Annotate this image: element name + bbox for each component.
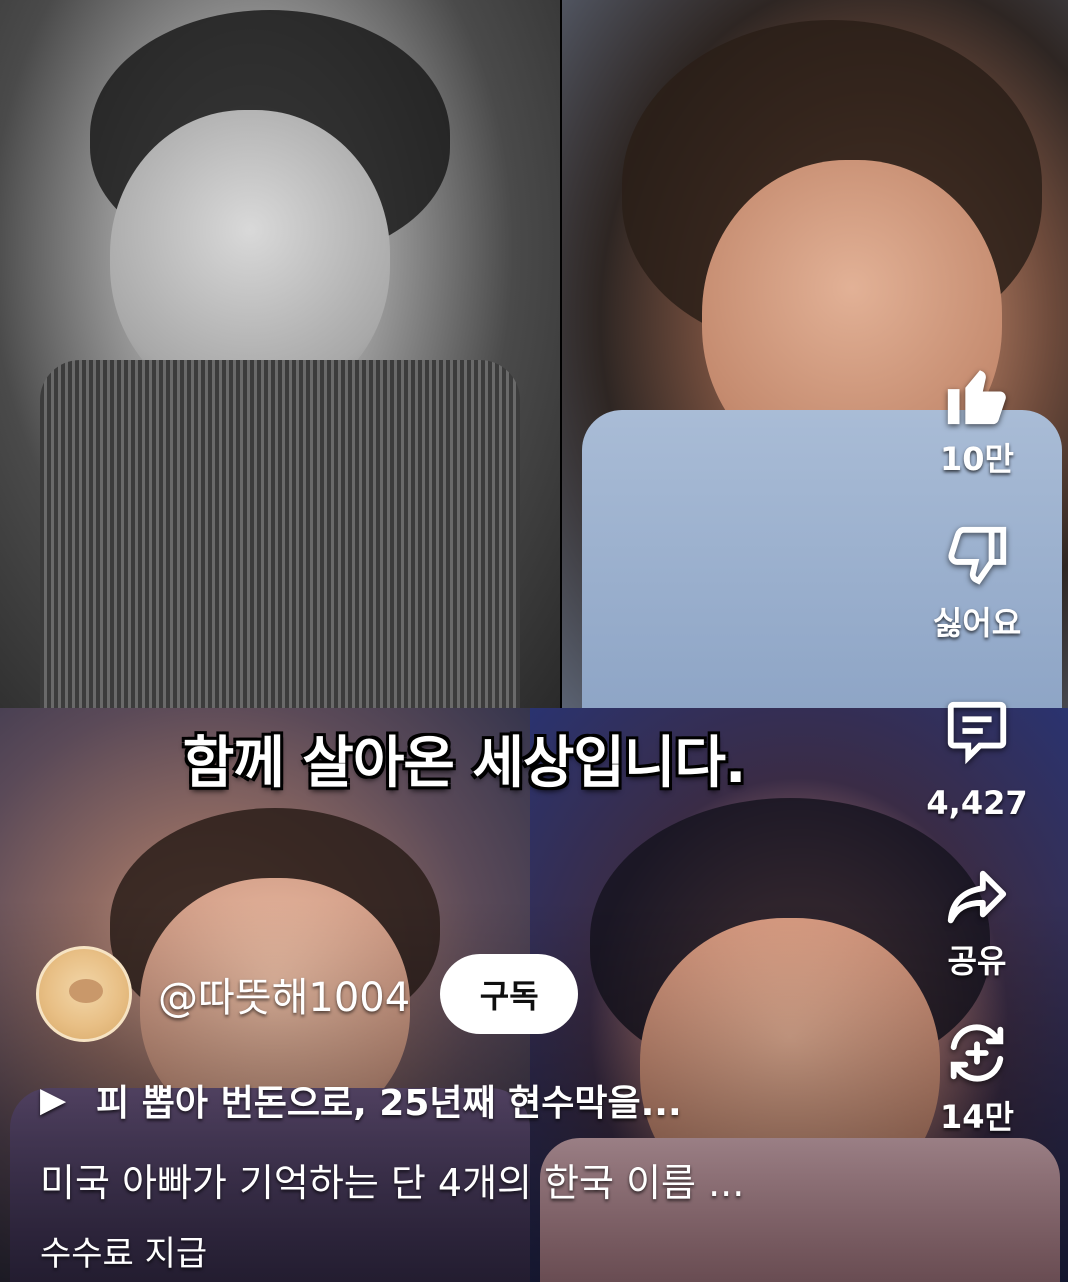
thumbs-up-icon [947, 370, 1006, 425]
channel-avatar[interactable] [36, 946, 132, 1042]
channel-row: @따뜻해1004 구독 [36, 946, 579, 1042]
remix-button[interactable]: 14만 [940, 1018, 1014, 1138]
related-video-link[interactable]: ▶ 피 뽑아 번돈으로, 25년째 현수막을... [40, 1074, 682, 1126]
channel-handle[interactable]: @따뜻해1004 [158, 965, 410, 1023]
remix-count: 14만 [940, 1098, 1014, 1136]
dislike-button[interactable]: 싫어요 [933, 524, 1021, 644]
video-title[interactable]: 미국 아빠가 기억하는 단 4개의 한국 이름 ... [40, 1152, 744, 1207]
remix-icon [950, 1024, 1004, 1082]
comments-button[interactable]: 4,427 [926, 696, 1028, 822]
play-icon: ▶ [40, 1080, 67, 1120]
share-label: 공유 [947, 942, 1007, 980]
subscribe-button[interactable]: 구독 [440, 954, 579, 1034]
thumbs-down-icon [948, 526, 1007, 585]
share-button[interactable]: 공유 [942, 862, 1012, 982]
video-caption: 함께 살아온 세상입니다. [182, 731, 746, 796]
shorts-player[interactable]: 함께 살아온 세상입니다. 10만 싫어요 4,427 공유 14만 @따뜻해1… [0, 0, 1068, 1282]
dislike-label: 싫어요 [932, 604, 1022, 642]
sponsor-label: 수수료 지급 [40, 1234, 208, 1274]
comment-icon [947, 701, 1007, 765]
video-frame-top-left [0, 0, 560, 708]
share-icon [947, 870, 1007, 924]
like-button[interactable]: 10만 [940, 360, 1014, 480]
comment-count: 4,427 [926, 784, 1028, 822]
like-count: 10만 [940, 440, 1014, 478]
action-rail: 10만 싫어요 4,427 공유 14만 [922, 360, 1032, 1138]
related-video-title: 피 뽑아 번돈으로, 25년째 현수막을... [96, 1083, 682, 1124]
